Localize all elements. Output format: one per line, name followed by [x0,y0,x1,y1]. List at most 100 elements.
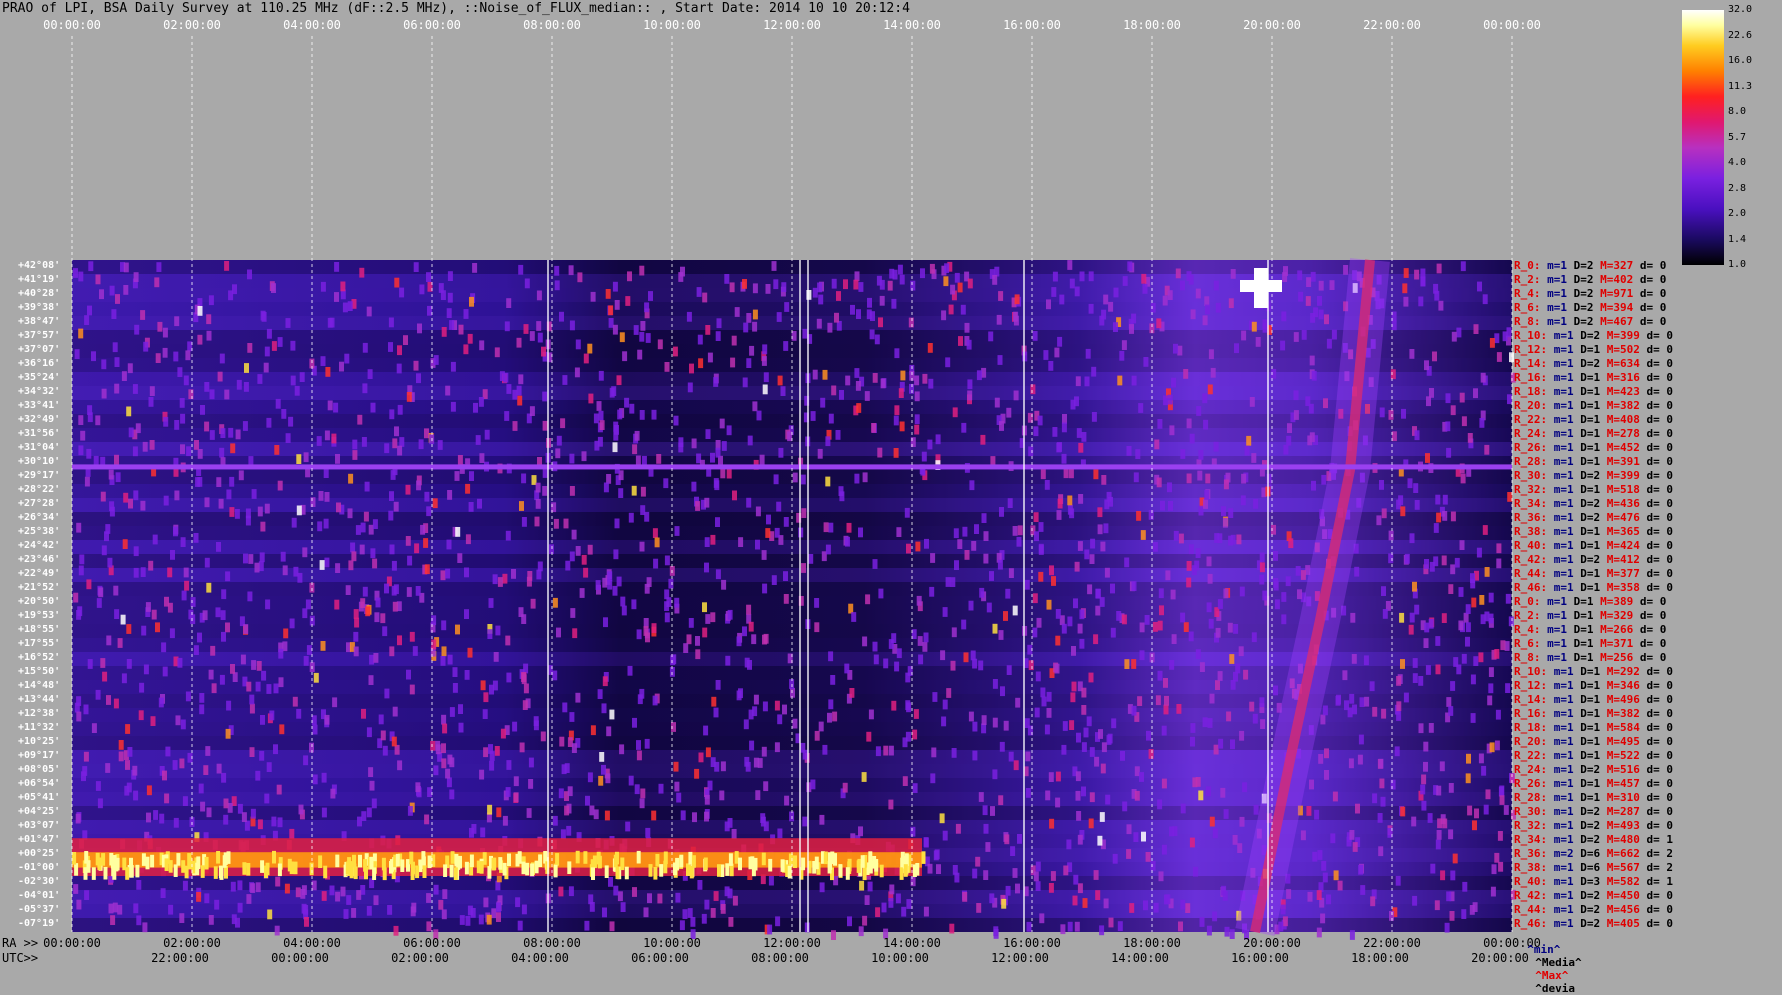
heatmap-cell [1249,397,1255,407]
heatmap-cell [257,819,263,830]
heatmap-cell [464,609,469,619]
heatmap-cell [424,491,430,502]
row-stat-max: M=971 [1600,287,1640,300]
heatmap-cell [1311,480,1316,491]
heatmap-cell [891,298,897,309]
heatmap-cell [194,440,199,450]
heatmap-cell [384,688,390,699]
heatmap-cell [447,271,453,281]
dec-tick-label: +09°17' [18,750,61,761]
hot-band-cell [903,864,908,877]
row-stat-m: m=1 [1547,595,1574,608]
row-stat-dev: d= 0 [1646,903,1674,916]
heatmap-cell [716,318,722,329]
heatmap-cell [513,776,519,787]
heatmap-cell [894,405,900,416]
heatmap-cell [435,740,441,751]
heatmap-cell [636,750,642,761]
heatmap-cell [478,397,484,407]
heatmap-cell [1249,701,1255,712]
heatmap-cell [562,375,568,385]
row-stat: R_38: m=1 D=6 M=567 d= 2 [1514,862,1673,873]
dec-tick-label: +27°28' [18,498,61,509]
heatmap-cell [1456,664,1462,675]
heatmap-cell [362,586,368,597]
heatmap-cell [686,634,692,645]
row-stat-max: M=292 [1606,665,1647,678]
top-tick-label: 14:00:00 [883,18,941,32]
row-stat-d: D=1 [1580,749,1607,762]
legend-min: ^min^ [1527,943,1561,956]
heatmap-cell [78,415,84,425]
heatmap-cell [202,610,208,621]
heatmap-cell [229,476,235,487]
heatmap-cell [933,850,939,861]
heatmap-cell [1251,321,1257,332]
heatmap-cell [755,506,761,517]
heatmap-cell [1145,852,1151,862]
heatmap-cell [971,541,977,551]
heatmap-cell [271,816,277,827]
heatmap-cell [350,542,356,553]
heatmap-cell [690,917,696,927]
heatmap-cell [388,317,394,328]
heatmap-cell [810,411,816,421]
heatmap-cell [940,650,946,661]
heatmap-cell [1190,309,1196,320]
heatmap-cell [838,486,844,496]
heatmap-cell [603,482,609,493]
heatmap-cell [628,775,634,786]
heatmap-cell [259,750,265,761]
heatmap-cell [704,811,709,822]
heatmap-cell [172,760,178,770]
heatmap-cell [114,383,120,394]
heatmap-cell [469,471,474,481]
heatmap-cell [1162,295,1168,306]
heatmap-cell [686,311,692,322]
heatmap-cell [856,403,862,413]
heatmap-cell [1300,830,1306,841]
heatmap-cell [594,440,600,451]
heatmap-cell [411,902,417,913]
heatmap-cell [177,367,183,377]
row-stat-m: m=1 [1547,287,1574,300]
heatmap-cell [710,452,715,463]
heatmap-cell [930,773,936,784]
row-stat: R_2: m=1 D=2 M=402 d= 0 [1514,274,1666,285]
row-stat-name: R_14: [1514,693,1554,706]
ra-tick-label: 12:00:00 [763,936,821,950]
heatmap-cell [447,754,453,765]
heatmap-cell [927,439,933,450]
heatmap-cell [1131,659,1137,669]
heatmap-cell [375,597,381,608]
heatmap-cell [523,324,529,334]
heatmap-cell [701,913,707,924]
dec-tick-label: +26°34' [18,512,61,523]
heatmap-cell [727,888,733,899]
heatmap-cell [537,561,543,572]
heatmap-cell [304,917,309,927]
heatmap-cell [285,433,291,443]
heatmap-cell [1305,296,1311,306]
heatmap-cell [174,316,180,327]
heatmap-cell [612,281,618,292]
heatmap-cell [1051,287,1057,297]
heatmap-cell [1402,283,1408,294]
row-stat-max: M=450 [1606,889,1647,902]
heatmap-cell [174,420,180,430]
row-stat-max: M=584 [1606,721,1647,734]
heatmap-cell [1435,839,1441,850]
heatmap-cell [264,346,270,357]
heatmap-cell [1156,477,1162,488]
heatmap-cell [961,619,967,630]
heatmap-cell [763,781,769,792]
heatmap-cell [1441,555,1447,566]
heatmap-cell [1209,693,1215,704]
heatmap-cell [1380,796,1386,807]
heatmap-cell [1067,495,1073,506]
heatmap-cell [816,318,822,329]
heatmap-cell [1217,533,1223,544]
heatmap-cell [179,913,185,923]
heatmap-cell [533,716,539,726]
heatmap-cell [127,747,133,757]
